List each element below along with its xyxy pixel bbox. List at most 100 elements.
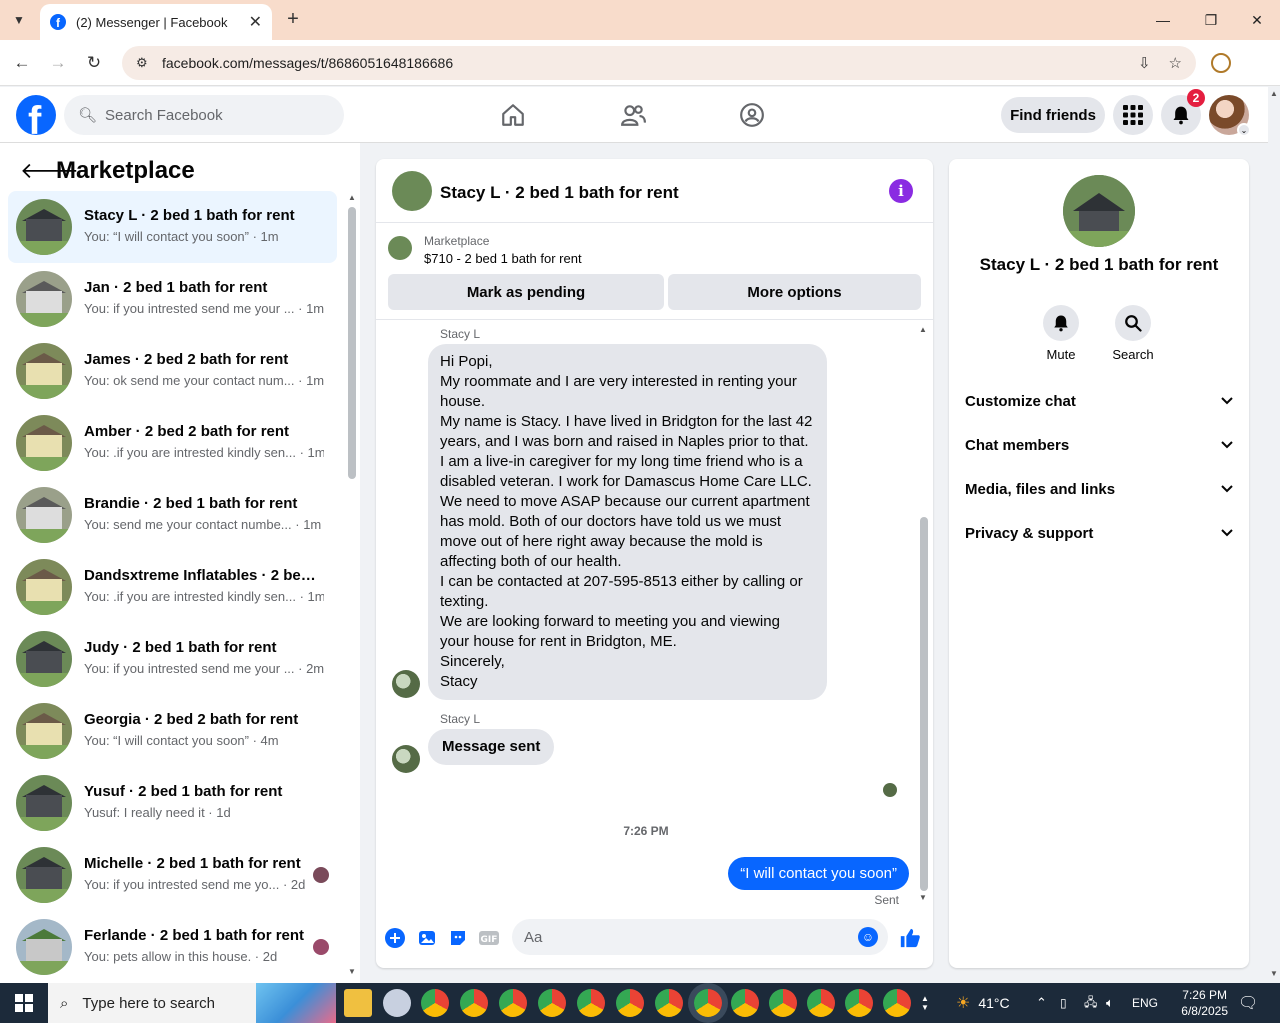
sticker-icon[interactable] (447, 927, 469, 949)
groups-icon[interactable] (736, 99, 768, 131)
chrome-icon[interactable] (460, 989, 488, 1017)
message-input[interactable] (524, 928, 844, 946)
scrollbar-thumb[interactable] (920, 517, 928, 891)
search-in-chat-button[interactable]: Search (1103, 305, 1163, 362)
listing-thumbnail[interactable] (388, 236, 412, 260)
conversation-item[interactable]: James · 2 bed 2 bath for rent You: ok se… (8, 335, 337, 407)
facebook-logo-icon[interactable]: f (16, 95, 56, 135)
reload-icon[interactable]: ↻ (82, 51, 106, 75)
forward-arrow-icon[interactable]: → (46, 51, 70, 75)
page-scrollbar[interactable]: ▲ ▼ (1268, 87, 1280, 983)
add-plus-icon[interactable] (384, 927, 406, 949)
outgoing-message[interactable]: “I will contact you soon” (728, 857, 909, 890)
chat-members-section[interactable]: Chat members (965, 433, 1233, 457)
restore-icon[interactable]: ❐ (1188, 8, 1234, 32)
minimize-icon[interactable]: — (1140, 8, 1186, 32)
new-tab-icon[interactable]: + (282, 8, 304, 30)
scroll-up-icon[interactable]: ▲ (348, 193, 356, 202)
scroll-up-icon[interactable]: ▲ (919, 325, 927, 334)
conversation-item[interactable]: Georgia · 2 bed 2 bath for rent You: “I … (8, 695, 337, 767)
chrome-profile-icon[interactable] (1211, 53, 1231, 73)
tab-close-icon[interactable]: ✕ (249, 12, 262, 32)
file-explorer-icon[interactable] (344, 989, 372, 1017)
listing-title[interactable]: $710 - 2 bed 1 bath for rent (424, 251, 582, 266)
emoji-icon[interactable]: ☺ (858, 927, 878, 947)
mark-as-pending-button[interactable]: Mark as pending (388, 274, 664, 310)
facebook-search-box[interactable]: 🔍︎ (64, 95, 344, 135)
chrome-icon[interactable] (655, 989, 683, 1017)
facebook-search-input[interactable] (105, 106, 326, 124)
notification-center-icon[interactable]: 🗨︎ (1238, 983, 1258, 1023)
info-icon[interactable]: i (889, 179, 913, 203)
tray-chevron-up-icon[interactable]: ⌃ (1036, 983, 1047, 1023)
weather-widget[interactable]: ☀ 41°C (956, 983, 1010, 1023)
volume-icon[interactable]: 🔈︎ (1106, 983, 1114, 1023)
friends-icon[interactable] (617, 99, 649, 131)
conversation-list-scrollbar[interactable]: ▲ ▼ (348, 193, 356, 976)
tray-device-icon[interactable]: ▯ (1060, 983, 1067, 1023)
address-bar[interactable]: ⚙ facebook.com/messages/t/86860516481866… (122, 46, 1196, 80)
conversation-item[interactable]: Jan · 2 bed 1 bath for rent You: if you … (8, 263, 337, 335)
scroll-up-icon[interactable]: ▲ (1270, 89, 1278, 98)
chrome-icon[interactable] (883, 989, 911, 1017)
browser-tab-messenger[interactable]: f (2) Messenger | Facebook ✕ (40, 4, 272, 40)
incoming-message[interactable]: Hi Popi, My roommate and I are very inte… (428, 344, 827, 700)
conversation-item[interactable]: Yusuf · 2 bed 1 bath for rent Yusuf: I r… (8, 767, 337, 839)
bookmark-star-icon[interactable]: ☆ (1169, 54, 1182, 72)
scrollbar-thumb[interactable] (348, 207, 356, 479)
network-icon[interactable]: 🖧 (1084, 983, 1097, 1023)
chrome-icon-active[interactable] (694, 989, 722, 1017)
chrome-icon[interactable] (731, 989, 759, 1017)
install-app-icon[interactable]: ⇩ (1138, 54, 1151, 72)
windows-start-icon[interactable] (0, 983, 48, 1023)
language-indicator[interactable]: ENG (1132, 983, 1158, 1023)
more-options-button[interactable]: More options (668, 274, 921, 310)
chrome-icon[interactable] (845, 989, 873, 1017)
chrome-icon[interactable] (538, 989, 566, 1017)
menu-grid-icon[interactable] (1113, 95, 1153, 135)
conversation-item[interactable]: Stacy L · 2 bed 1 bath for rent You: “I … (8, 191, 337, 263)
url-text[interactable]: facebook.com/messages/t/8686051648186686 (162, 55, 1120, 71)
back-arrow-icon[interactable]: ← (10, 51, 34, 75)
chrome-icon[interactable] (769, 989, 797, 1017)
scroll-down-icon[interactable]: ▼ (1270, 969, 1278, 978)
account-avatar[interactable]: ⌄ (1209, 95, 1251, 137)
sender-avatar[interactable] (392, 670, 420, 698)
conversation-item[interactable]: Ferlande · 2 bed 1 bath for rent You: pe… (8, 911, 337, 983)
sender-avatar[interactable] (392, 745, 420, 773)
chat-title[interactable]: Stacy L · 2 bed 1 bath for rent (440, 183, 679, 203)
scroll-down-icon[interactable]: ▼ (348, 967, 356, 976)
find-friends-button[interactable]: Find friends (1001, 97, 1105, 133)
thumbs-up-icon[interactable] (899, 927, 921, 949)
site-info-icon[interactable]: ⚙ (136, 55, 158, 71)
taskbar-scroll-icon[interactable]: ▲ ▼ (920, 983, 930, 1023)
scroll-down-icon[interactable]: ▼ (919, 893, 927, 902)
conversation-item[interactable]: Amber · 2 bed 2 bath for rent You: .if y… (8, 407, 337, 479)
chrome-icon[interactable] (616, 989, 644, 1017)
app-icon[interactable] (383, 989, 411, 1017)
incoming-message[interactable]: Message sent (428, 729, 555, 765)
message-input-box[interactable]: ☺ (512, 919, 888, 955)
close-window-icon[interactable]: ✕ (1234, 8, 1280, 32)
listing-avatar[interactable] (1063, 175, 1135, 247)
privacy-support-section[interactable]: Privacy & support (965, 521, 1233, 545)
conversation-item[interactable]: Michelle · 2 bed 1 bath for rent You: if… (8, 839, 337, 911)
gif-icon[interactable]: GIF (478, 927, 500, 949)
customize-chat-section[interactable]: Customize chat (965, 389, 1233, 413)
back-arrow-icon[interactable]: 🡐 (20, 158, 79, 184)
mute-button[interactable]: Mute (1031, 305, 1091, 362)
chrome-icon[interactable] (577, 989, 605, 1017)
chat-avatar[interactable] (392, 171, 432, 211)
taskbar-search-box[interactable]: ⌕ Type here to search (48, 983, 336, 1023)
media-files-links-section[interactable]: Media, files and links (965, 477, 1233, 501)
taskbar-clock[interactable]: 7:26 PM 6/8/2025 (1181, 987, 1228, 1019)
conversation-item[interactable]: Dandsxtreme Inflatables · 2 bed ... You:… (8, 551, 337, 623)
conversation-item[interactable]: Brandie · 2 bed 1 bath for rent You: sen… (8, 479, 337, 551)
chat-scrollbar[interactable]: ▲ ▼ (919, 325, 929, 903)
tab-search-icon[interactable]: ▼ (6, 8, 32, 32)
chrome-icon[interactable] (421, 989, 449, 1017)
conversation-item[interactable]: Judy · 2 bed 1 bath for rent You: if you… (8, 623, 337, 695)
home-icon[interactable] (497, 99, 529, 131)
chrome-icon[interactable] (499, 989, 527, 1017)
chrome-icon[interactable] (807, 989, 835, 1017)
